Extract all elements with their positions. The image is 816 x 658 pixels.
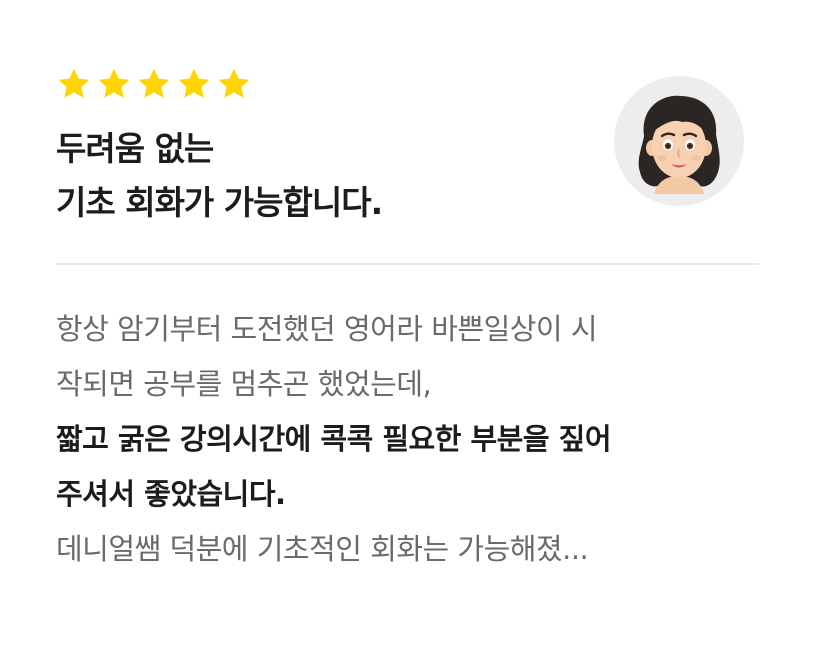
review-title-line: 두려움 없는 — [56, 129, 214, 168]
review-body-line-emphasis: 짧고 굵은 강의시간에 콕콕 필요한 부분을 짚어 — [56, 422, 612, 456]
woman-avatar-icon — [638, 95, 720, 194]
review-body-line-truncated: 데니얼쌤 덕분에 기초적인 회화는 가능해졌... — [56, 532, 589, 566]
star-icon — [218, 68, 250, 98]
review-title: 두려움 없는 기초 회화가 가능합니다. — [56, 122, 576, 230]
review-card: 두려움 없는 기초 회화가 가능합니다. 항상 암기부터 도전했던 영어라 바쁜… — [0, 0, 816, 658]
review-title-line: 기초 회화가 가능합니다. — [56, 183, 383, 222]
review-body: 항상 암기부터 도전했던 영어라 바쁜일상이 시 작되면 공부를 멈추곤 했었는… — [56, 302, 776, 577]
review-body-line-emphasis: 주셔서 좋았습니다. — [56, 477, 286, 511]
star-icon — [98, 68, 130, 98]
star-icon — [58, 68, 90, 98]
star-icon — [178, 68, 210, 98]
review-body-line: 항상 암기부터 도전했던 영어라 바쁜일상이 시 — [56, 312, 598, 346]
star-rating — [56, 66, 252, 102]
review-body-line: 작되면 공부를 멈추곤 했었는데, — [56, 367, 432, 401]
avatar — [614, 76, 744, 206]
star-icon — [138, 68, 170, 98]
divider — [56, 263, 759, 265]
